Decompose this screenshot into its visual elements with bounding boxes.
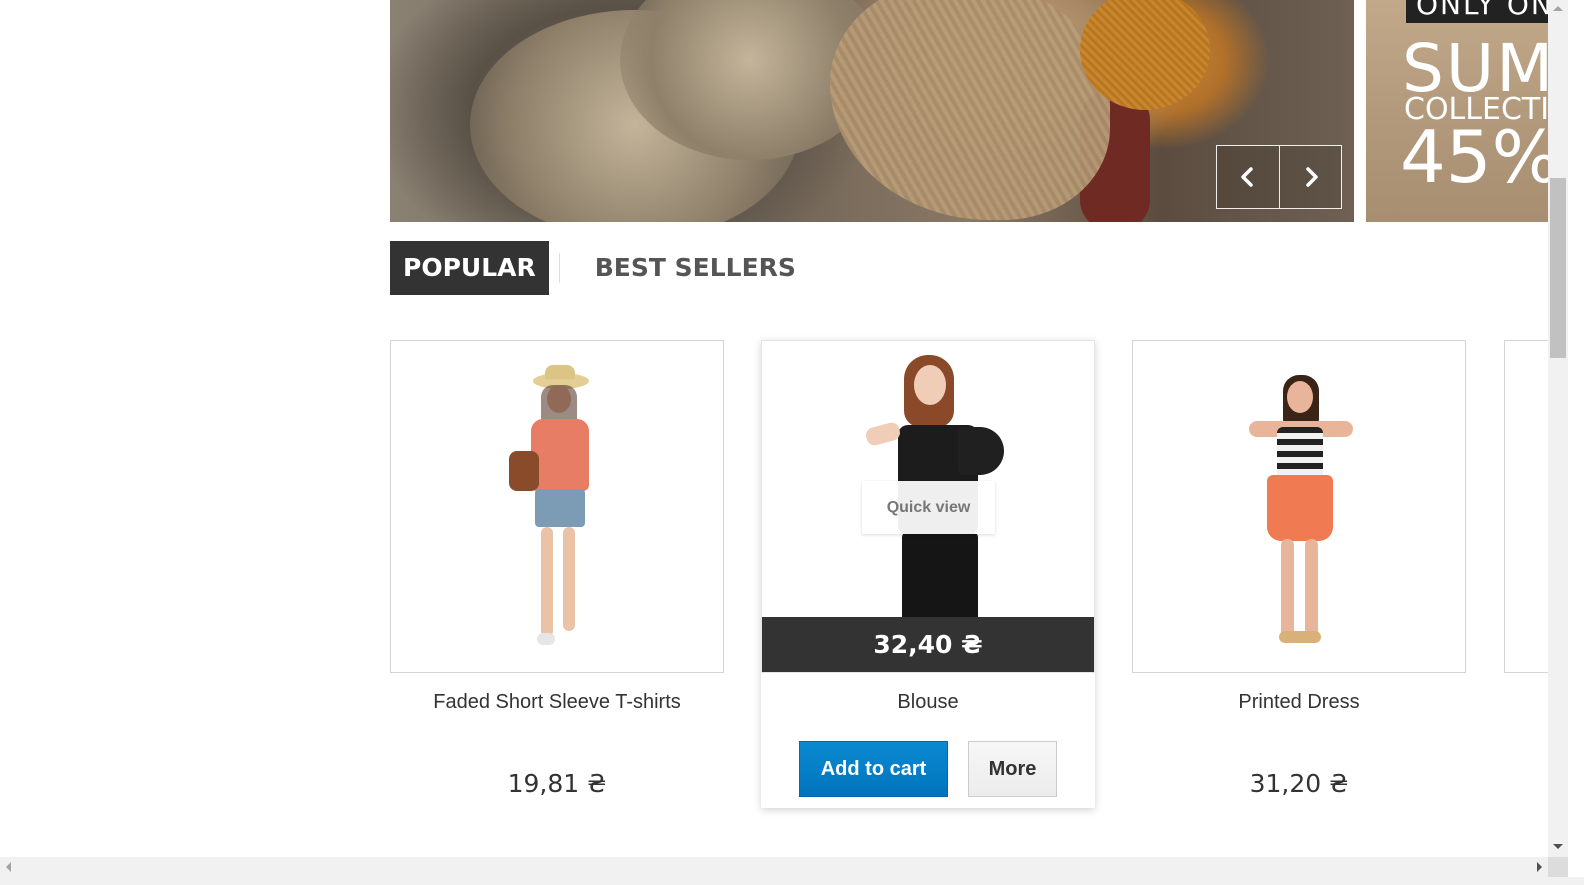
scrollbar-corner (1548, 857, 1568, 877)
tab-best-sellers[interactable]: BEST SELLERS (582, 241, 809, 295)
product-card: Faded Short Sleeve T-shirts 19,81 ₴ (390, 340, 724, 798)
horizontal-scrollbar[interactable] (0, 857, 1548, 877)
more-button[interactable]: More (968, 741, 1057, 797)
product-actions: Add to cart More (761, 741, 1095, 797)
page-viewport: ONLY ON SUM COLLECTIO 45% POPULAR BEST S… (0, 0, 1548, 857)
chevron-right-icon (1305, 167, 1318, 187)
tab-popular[interactable]: POPULAR (390, 241, 549, 295)
vertical-scrollbar[interactable] (1548, 0, 1568, 857)
tab-divider (558, 253, 560, 283)
product-price: 19,81 ₴ (507, 769, 607, 798)
product-card: Printed Dress 31,20 ₴ (1132, 340, 1466, 798)
product-name[interactable]: Faded Short Sleeve T-shirts (390, 691, 724, 715)
scroll-down-arrow-icon[interactable] (1553, 844, 1563, 849)
hero-slider[interactable] (390, 0, 1354, 222)
promo-banner[interactable]: ONLY ON SUM COLLECTIO 45% (1366, 0, 1548, 222)
window-bottom-edge (0, 877, 1584, 885)
slider-next-button[interactable] (1279, 146, 1341, 208)
quick-view-button[interactable]: Quick view (862, 481, 995, 534)
scroll-left-arrow-icon[interactable] (6, 862, 11, 872)
product-card-hovered: Quick view 32,40 ₴ Blouse Add to cart Mo… (761, 340, 1095, 808)
hero-image-scarf (830, 0, 1110, 220)
product-name[interactable]: Printed Dress (1132, 691, 1466, 715)
hero-image-glove (1080, 0, 1210, 110)
product-tabs: POPULAR BEST SELLERS (390, 241, 809, 295)
product-image[interactable] (390, 340, 724, 673)
banner-tag: ONLY ON (1406, 0, 1548, 23)
scroll-right-arrow-icon[interactable] (1537, 862, 1542, 872)
product-name[interactable]: Blouse (761, 691, 1095, 715)
chevron-left-icon (1241, 167, 1253, 187)
product-price: 31,20 ₴ (1249, 769, 1349, 798)
product-card-partial[interactable] (1504, 340, 1548, 673)
banner-discount: 45% (1400, 115, 1548, 199)
scroll-up-arrow-icon[interactable] (1553, 6, 1563, 11)
product-price-overlay: 32,40 ₴ (762, 617, 1094, 672)
vertical-scroll-thumb[interactable] (1550, 178, 1566, 358)
slider-prev-button[interactable] (1217, 146, 1279, 208)
slider-controls (1216, 145, 1342, 209)
add-to-cart-button[interactable]: Add to cart (799, 741, 948, 797)
product-image[interactable] (1132, 340, 1466, 673)
product-image[interactable]: Quick view 32,40 ₴ (761, 340, 1095, 673)
